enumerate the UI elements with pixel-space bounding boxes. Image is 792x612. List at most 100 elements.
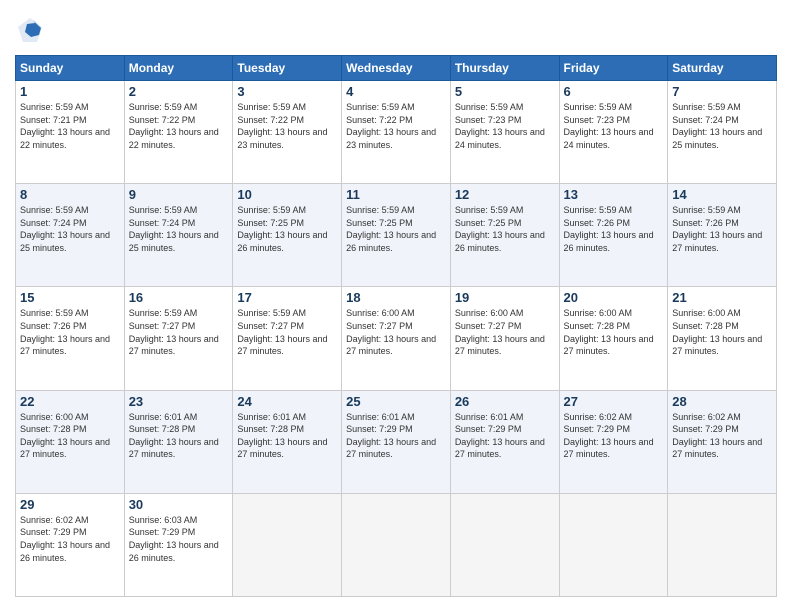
day-info: Sunrise: 5:59 AMSunset: 7:22 PMDaylight:… bbox=[346, 101, 446, 151]
day-number: 8 bbox=[20, 187, 120, 202]
calendar-cell: 19 Sunrise: 6:00 AMSunset: 7:27 PMDayligh… bbox=[450, 287, 559, 390]
day-number: 25 bbox=[346, 394, 446, 409]
calendar-cell: 13 Sunrise: 5:59 AMSunset: 7:26 PMDayligh… bbox=[559, 184, 668, 287]
day-number: 21 bbox=[672, 290, 772, 305]
day-number: 20 bbox=[564, 290, 664, 305]
calendar-cell: 1 Sunrise: 5:59 AMSunset: 7:21 PMDaylight… bbox=[16, 81, 125, 184]
calendar-week-1: 8 Sunrise: 5:59 AMSunset: 7:24 PMDaylight… bbox=[16, 184, 777, 287]
calendar-cell: 20 Sunrise: 6:00 AMSunset: 7:28 PMDayligh… bbox=[559, 287, 668, 390]
calendar-week-0: 1 Sunrise: 5:59 AMSunset: 7:21 PMDaylight… bbox=[16, 81, 777, 184]
day-info: Sunrise: 5:59 AMSunset: 7:21 PMDaylight:… bbox=[20, 101, 120, 151]
day-info: Sunrise: 6:01 AMSunset: 7:29 PMDaylight:… bbox=[455, 411, 555, 461]
day-info: Sunrise: 5:59 AMSunset: 7:24 PMDaylight:… bbox=[672, 101, 772, 151]
calendar-week-4: 29 Sunrise: 6:02 AMSunset: 7:29 PMDayligh… bbox=[16, 493, 777, 596]
weekday-header-sunday: Sunday bbox=[16, 56, 125, 81]
day-number: 10 bbox=[237, 187, 337, 202]
calendar-cell: 15 Sunrise: 5:59 AMSunset: 7:26 PMDayligh… bbox=[16, 287, 125, 390]
day-info: Sunrise: 6:01 AMSunset: 7:28 PMDaylight:… bbox=[129, 411, 229, 461]
day-number: 29 bbox=[20, 497, 120, 512]
weekday-header-thursday: Thursday bbox=[450, 56, 559, 81]
calendar-cell: 6 Sunrise: 5:59 AMSunset: 7:23 PMDaylight… bbox=[559, 81, 668, 184]
day-info: Sunrise: 6:01 AMSunset: 7:29 PMDaylight:… bbox=[346, 411, 446, 461]
day-number: 6 bbox=[564, 84, 664, 99]
day-info: Sunrise: 6:00 AMSunset: 7:28 PMDaylight:… bbox=[564, 307, 664, 357]
day-number: 13 bbox=[564, 187, 664, 202]
calendar-cell: 8 Sunrise: 5:59 AMSunset: 7:24 PMDaylight… bbox=[16, 184, 125, 287]
day-number: 3 bbox=[237, 84, 337, 99]
day-number: 30 bbox=[129, 497, 229, 512]
day-number: 7 bbox=[672, 84, 772, 99]
calendar-cell: 11 Sunrise: 5:59 AMSunset: 7:25 PMDayligh… bbox=[342, 184, 451, 287]
calendar-cell bbox=[559, 493, 668, 596]
header bbox=[15, 15, 777, 45]
day-number: 11 bbox=[346, 187, 446, 202]
day-number: 27 bbox=[564, 394, 664, 409]
day-number: 15 bbox=[20, 290, 120, 305]
day-number: 18 bbox=[346, 290, 446, 305]
day-info: Sunrise: 5:59 AMSunset: 7:26 PMDaylight:… bbox=[564, 204, 664, 254]
calendar-cell: 26Sunrise: 6:01 AMSunset: 7:29 PMDayligh… bbox=[450, 390, 559, 493]
calendar-week-3: 22 Sunrise: 6:00 AMSunset: 7:28 PMDayligh… bbox=[16, 390, 777, 493]
weekday-header-saturday: Saturday bbox=[668, 56, 777, 81]
day-info: Sunrise: 5:59 AMSunset: 7:22 PMDaylight:… bbox=[129, 101, 229, 151]
calendar-cell: 27 Sunrise: 6:02 AMSunset: 7:29 PMDayligh… bbox=[559, 390, 668, 493]
calendar-cell: 17Sunrise: 5:59 AMSunset: 7:27 PMDayligh… bbox=[233, 287, 342, 390]
calendar-cell: 10 Sunrise: 5:59 AMSunset: 7:25 PMDayligh… bbox=[233, 184, 342, 287]
day-number: 23 bbox=[129, 394, 229, 409]
day-info: Sunrise: 6:00 AMSunset: 7:28 PMDaylight:… bbox=[20, 411, 120, 461]
calendar-cell: 16Sunrise: 5:59 AMSunset: 7:27 PMDayligh… bbox=[124, 287, 233, 390]
day-info: Sunrise: 5:59 AMSunset: 7:26 PMDaylight:… bbox=[20, 307, 120, 357]
day-number: 1 bbox=[20, 84, 120, 99]
weekday-header-wednesday: Wednesday bbox=[342, 56, 451, 81]
logo-icon bbox=[15, 15, 45, 45]
calendar-cell: 12 Sunrise: 5:59 AMSunset: 7:25 PMDayligh… bbox=[450, 184, 559, 287]
calendar-cell bbox=[668, 493, 777, 596]
day-info: Sunrise: 5:59 AMSunset: 7:23 PMDaylight:… bbox=[564, 101, 664, 151]
day-number: 12 bbox=[455, 187, 555, 202]
day-number: 9 bbox=[129, 187, 229, 202]
calendar-cell: 22 Sunrise: 6:00 AMSunset: 7:28 PMDayligh… bbox=[16, 390, 125, 493]
day-info: Sunrise: 6:00 AMSunset: 7:27 PMDaylight:… bbox=[455, 307, 555, 357]
calendar-cell: 3 Sunrise: 5:59 AMSunset: 7:22 PMDaylight… bbox=[233, 81, 342, 184]
day-info: Sunrise: 5:59 AMSunset: 7:24 PMDaylight:… bbox=[20, 204, 120, 254]
day-number: 4 bbox=[346, 84, 446, 99]
weekday-header-monday: Monday bbox=[124, 56, 233, 81]
day-info: Sunrise: 5:59 AMSunset: 7:22 PMDaylight:… bbox=[237, 101, 337, 151]
day-info: Sunrise: 6:02 AMSunset: 7:29 PMDaylight:… bbox=[564, 411, 664, 461]
day-info: Sunrise: 6:02 AMSunset: 7:29 PMDaylight:… bbox=[20, 514, 120, 564]
calendar-week-2: 15 Sunrise: 5:59 AMSunset: 7:26 PMDayligh… bbox=[16, 287, 777, 390]
day-number: 28 bbox=[672, 394, 772, 409]
calendar-table: SundayMondayTuesdayWednesdayThursdayFrid… bbox=[15, 55, 777, 597]
calendar-cell: 24Sunrise: 6:01 AMSunset: 7:28 PMDayligh… bbox=[233, 390, 342, 493]
calendar-cell: 29 Sunrise: 6:02 AMSunset: 7:29 PMDayligh… bbox=[16, 493, 125, 596]
day-info: Sunrise: 5:59 AMSunset: 7:25 PMDaylight:… bbox=[455, 204, 555, 254]
day-number: 19 bbox=[455, 290, 555, 305]
day-info: Sunrise: 5:59 AMSunset: 7:27 PMDaylight:… bbox=[237, 307, 337, 357]
calendar-cell: 4 Sunrise: 5:59 AMSunset: 7:22 PMDaylight… bbox=[342, 81, 451, 184]
day-info: Sunrise: 6:00 AMSunset: 7:28 PMDaylight:… bbox=[672, 307, 772, 357]
day-info: Sunrise: 5:59 AMSunset: 7:27 PMDaylight:… bbox=[129, 307, 229, 357]
day-info: Sunrise: 6:02 AMSunset: 7:29 PMDaylight:… bbox=[672, 411, 772, 461]
page: SundayMondayTuesdayWednesdayThursdayFrid… bbox=[0, 0, 792, 612]
day-info: Sunrise: 5:59 AMSunset: 7:25 PMDaylight:… bbox=[346, 204, 446, 254]
day-number: 22 bbox=[20, 394, 120, 409]
calendar-cell: 28 Sunrise: 6:02 AMSunset: 7:29 PMDayligh… bbox=[668, 390, 777, 493]
weekday-header-row: SundayMondayTuesdayWednesdayThursdayFrid… bbox=[16, 56, 777, 81]
day-number: 2 bbox=[129, 84, 229, 99]
day-number: 14 bbox=[672, 187, 772, 202]
weekday-header-friday: Friday bbox=[559, 56, 668, 81]
calendar-cell bbox=[450, 493, 559, 596]
calendar-cell: 7 Sunrise: 5:59 AMSunset: 7:24 PMDaylight… bbox=[668, 81, 777, 184]
weekday-header-tuesday: Tuesday bbox=[233, 56, 342, 81]
calendar-cell bbox=[233, 493, 342, 596]
calendar-cell: 5Sunrise: 5:59 AMSunset: 7:23 PMDaylight… bbox=[450, 81, 559, 184]
day-info: Sunrise: 6:00 AMSunset: 7:27 PMDaylight:… bbox=[346, 307, 446, 357]
calendar-cell: 14Sunrise: 5:59 AMSunset: 7:26 PMDayligh… bbox=[668, 184, 777, 287]
logo bbox=[15, 15, 49, 45]
day-info: Sunrise: 5:59 AMSunset: 7:25 PMDaylight:… bbox=[237, 204, 337, 254]
calendar-cell: 23 Sunrise: 6:01 AMSunset: 7:28 PMDayligh… bbox=[124, 390, 233, 493]
calendar-cell: 25 Sunrise: 6:01 AMSunset: 7:29 PMDayligh… bbox=[342, 390, 451, 493]
calendar-cell: 9 Sunrise: 5:59 AMSunset: 7:24 PMDaylight… bbox=[124, 184, 233, 287]
calendar-cell: 18 Sunrise: 6:00 AMSunset: 7:27 PMDayligh… bbox=[342, 287, 451, 390]
day-info: Sunrise: 5:59 AMSunset: 7:24 PMDaylight:… bbox=[129, 204, 229, 254]
